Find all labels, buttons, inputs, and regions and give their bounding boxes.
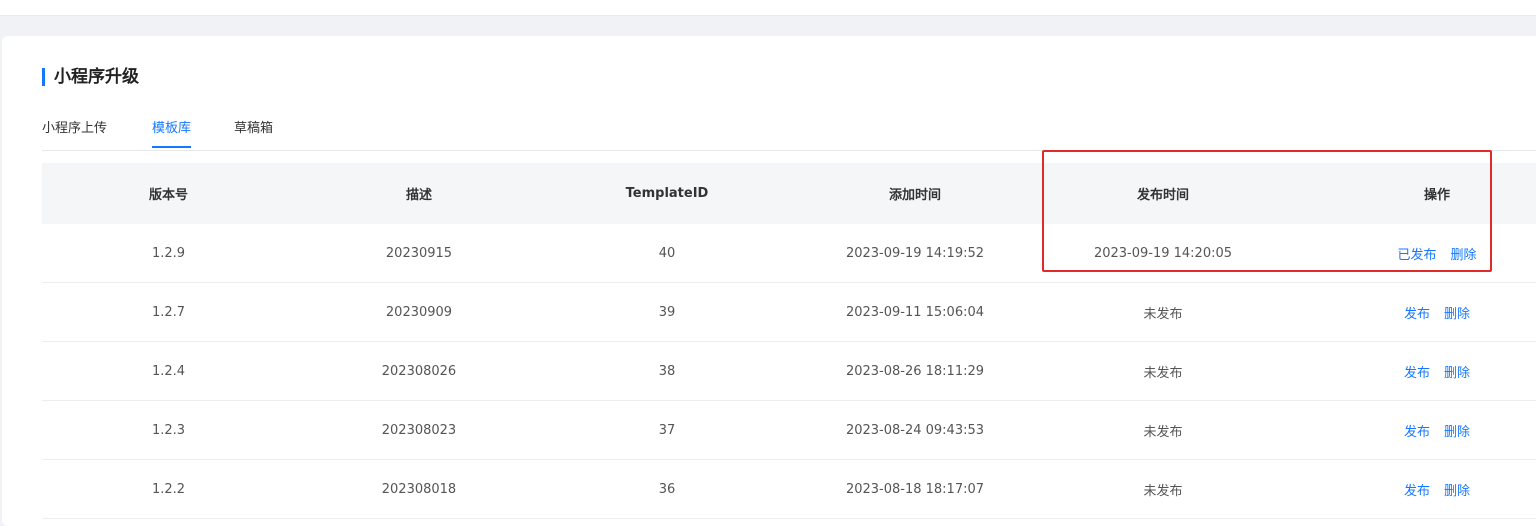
published-link[interactable]: 已发布 <box>1397 244 1436 263</box>
delete-link[interactable]: 删除 <box>1444 480 1470 499</box>
tab-template-library[interactable]: 模板库 <box>152 120 192 148</box>
table-row: 1.2.7 20230909 39 2023-09-11 15:06:04 未发… <box>42 283 1536 342</box>
table-row: 1.2.9 20230915 40 2023-09-19 14:19:52 20… <box>42 224 1536 283</box>
cell-template-id: 37 <box>658 422 676 438</box>
tab-bar: 小程序上传 模板库 草稿箱 <box>42 120 1536 151</box>
table-row: 1.2.3 202308023 37 2023-08-24 09:43:53 未… <box>42 401 1536 460</box>
cell-version: 1.2.2 <box>151 481 186 497</box>
cell-description: 202308018 <box>381 481 457 497</box>
publish-link[interactable]: 发布 <box>1404 303 1430 322</box>
cell-version: 1.2.3 <box>151 422 186 438</box>
top-bar <box>0 0 1536 16</box>
cell-template-id: 36 <box>658 481 676 497</box>
cell-publish-time: 未发布 <box>1143 424 1183 440</box>
cell-version: 1.2.9 <box>151 245 186 261</box>
cell-publish-time: 未发布 <box>1143 306 1183 322</box>
delete-link[interactable]: 删除 <box>1444 421 1470 440</box>
table-header: 版本号 描述 TemplateID 添加时间 发布时间 操作 <box>42 163 1536 224</box>
cell-publish-time: 未发布 <box>1143 483 1183 499</box>
page-title: 小程序升级 <box>54 67 139 87</box>
cell-template-id: 40 <box>658 245 676 261</box>
header-version: 版本号 <box>148 188 188 203</box>
tab-miniprogram-upload[interactable]: 小程序上传 <box>42 120 107 146</box>
delete-link[interactable]: 删除 <box>1451 244 1477 263</box>
header-added-time: 添加时间 <box>888 188 941 203</box>
cell-template-id: 39 <box>658 304 676 320</box>
cell-actions: 发布 删除 <box>1342 460 1532 518</box>
content-card: 小程序升级 小程序上传 模板库 草稿箱 版本号 描述 TemplateID 添加… <box>2 36 1536 526</box>
delete-link[interactable]: 删除 <box>1444 303 1470 322</box>
header-template-id: TemplateID <box>625 186 709 201</box>
cell-description: 20230909 <box>385 304 453 320</box>
publish-link[interactable]: 发布 <box>1404 421 1430 440</box>
cell-actions: 已发布 删除 <box>1342 224 1532 282</box>
cell-publish-time: 2023-09-19 14:20:05 <box>1093 245 1233 261</box>
cell-added-time: 2023-08-26 18:11:29 <box>845 363 985 379</box>
table-row: 1.2.4 202308026 38 2023-08-26 18:11:29 未… <box>42 342 1536 401</box>
cell-description: 20230915 <box>385 245 453 261</box>
tab-drafts[interactable]: 草稿箱 <box>234 120 273 146</box>
title-accent-bar <box>42 68 45 86</box>
cell-added-time: 2023-09-19 14:19:52 <box>845 245 985 261</box>
publish-link[interactable]: 发布 <box>1404 480 1430 499</box>
cell-actions: 发布 删除 <box>1342 401 1532 459</box>
cell-template-id: 38 <box>658 363 676 379</box>
header-publish-time: 发布时间 <box>1136 188 1189 203</box>
cell-added-time: 2023-08-18 18:17:07 <box>845 481 985 497</box>
cell-description: 202308026 <box>381 363 457 379</box>
cell-actions: 发布 删除 <box>1342 283 1532 341</box>
cell-publish-time: 未发布 <box>1143 365 1183 381</box>
header-actions: 操作 <box>1423 188 1450 203</box>
publish-link[interactable]: 发布 <box>1404 362 1430 381</box>
delete-link[interactable]: 删除 <box>1444 362 1470 381</box>
cell-version: 1.2.4 <box>151 363 186 379</box>
cell-version: 1.2.7 <box>151 304 186 320</box>
table-row: 1.2.2 202308018 36 2023-08-18 18:17:07 未… <box>42 460 1536 519</box>
cell-description: 202308023 <box>381 422 457 438</box>
cell-added-time: 2023-09-11 15:06:04 <box>845 304 985 320</box>
header-description: 描述 <box>405 188 432 203</box>
cell-actions: 发布 删除 <box>1342 342 1532 400</box>
cell-added-time: 2023-08-24 09:43:53 <box>845 422 985 438</box>
